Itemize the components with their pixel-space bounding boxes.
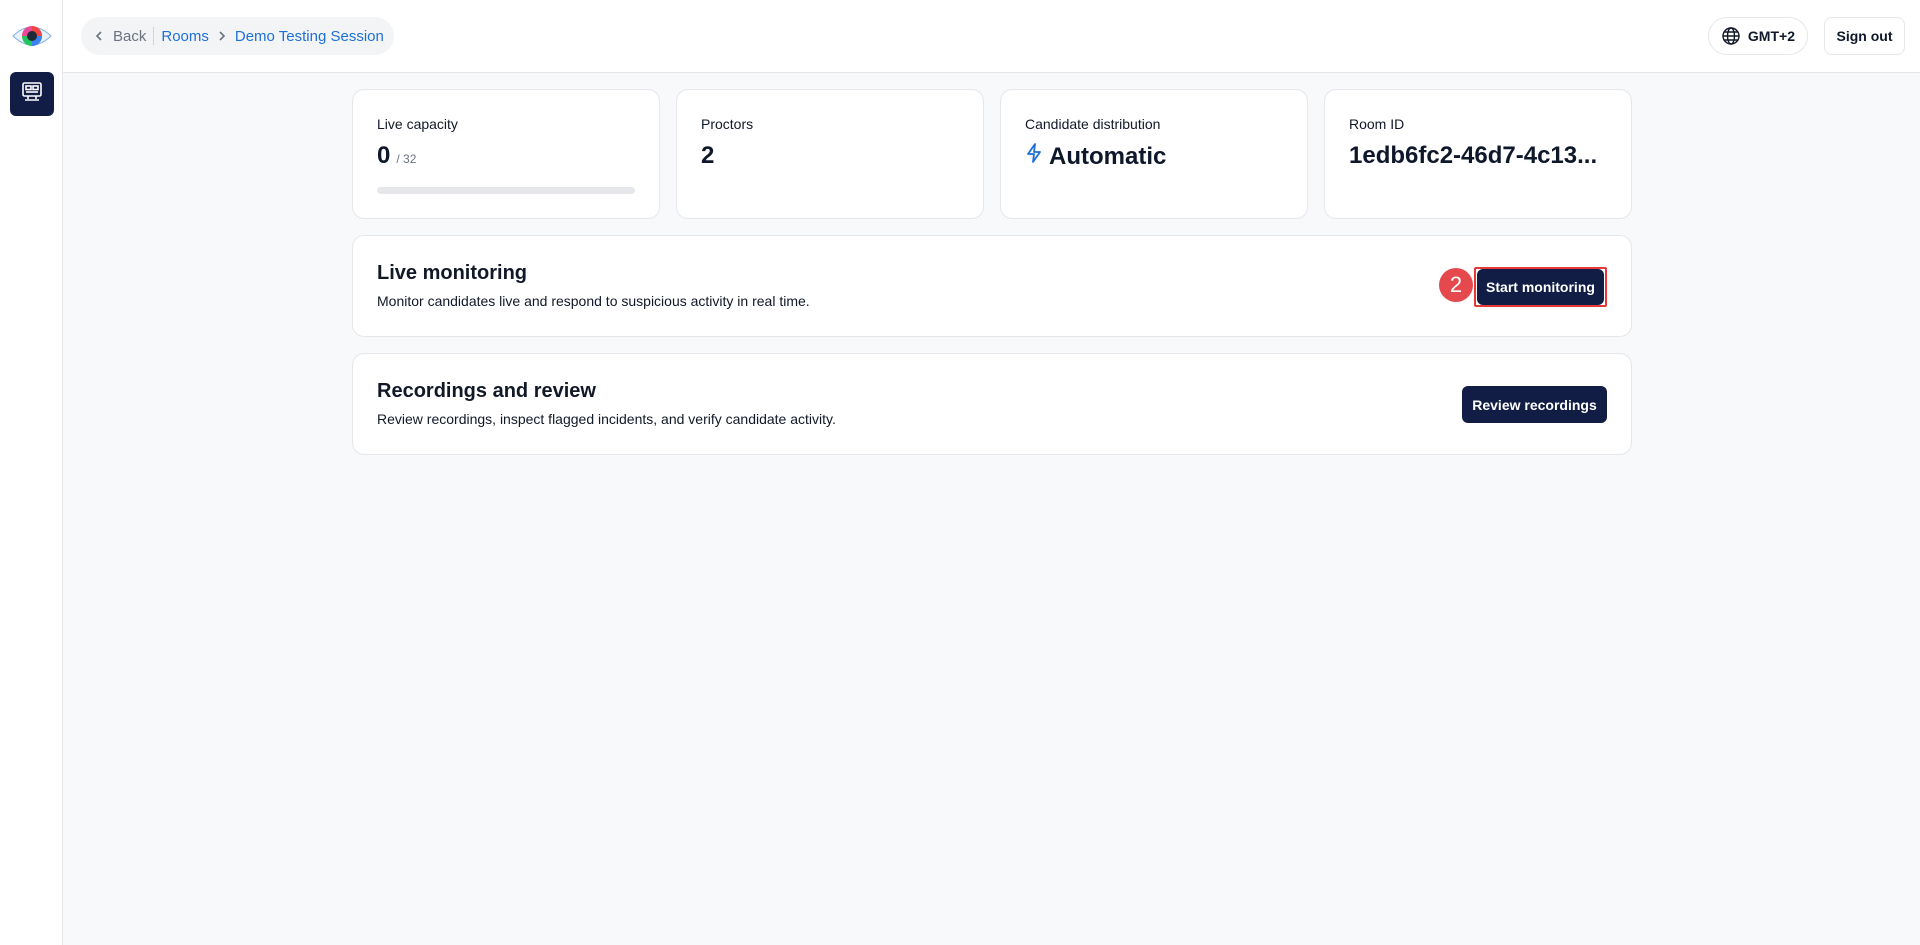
sign-out-button[interactable]: Sign out [1824, 17, 1905, 55]
recordings-description: Review recordings, inspect flagged incid… [377, 411, 836, 427]
review-recordings-button[interactable]: Review recordings [1462, 386, 1607, 423]
live-capacity-label: Live capacity [377, 116, 458, 132]
room-id-value-row: 1edb6fc2-46d7-4c13... [1349, 142, 1607, 170]
live-monitoring-title: Live monitoring [377, 262, 527, 284]
back-button[interactable]: Back [89, 28, 146, 45]
monitor-grid-icon [21, 81, 43, 108]
live-monitoring-card: Live monitoring Monitor candidates live … [352, 235, 1632, 337]
timezone-label: GMT+2 [1747, 28, 1795, 44]
breadcrumb-divider [153, 27, 155, 45]
live-capacity-card: Live capacity 0 / 32 [352, 89, 660, 219]
recordings-card: Recordings and review Review recordings,… [352, 353, 1632, 455]
capacity-progress-bar [377, 187, 635, 194]
globe-icon [1722, 27, 1740, 45]
proctors-card: Proctors 2 [676, 89, 984, 219]
step-badge: 2 [1439, 268, 1473, 302]
live-monitoring-description: Monitor candidates live and respond to s… [377, 293, 810, 309]
proctors-value: 2 [701, 142, 715, 169]
proctors-label: Proctors [701, 116, 754, 132]
lightning-bolt-icon [1025, 142, 1043, 164]
eye-logo-icon[interactable] [11, 20, 53, 52]
distribution-label: Candidate distribution [1025, 116, 1161, 132]
sidebar-item-rooms[interactable] [10, 72, 54, 116]
distribution-value-row: Automatic [1025, 142, 1283, 171]
live-capacity-max: / 32 [396, 152, 417, 166]
back-label: Back [113, 27, 147, 45]
chevron-right-icon [217, 30, 227, 42]
distribution-value: Automatic [1049, 143, 1167, 170]
live-capacity-value: 0 [377, 142, 391, 169]
timezone-button[interactable]: GMT+2 [1707, 17, 1808, 55]
breadcrumb-rooms[interactable]: Rooms [161, 28, 209, 45]
distribution-card: Candidate distribution Automatic [1000, 89, 1308, 219]
breadcrumb-session[interactable]: Demo Testing Session [235, 28, 384, 45]
start-monitoring-button[interactable]: Start monitoring [1477, 269, 1604, 305]
top-bar: Back Rooms Demo Testing Session GMT+2 Si… [63, 0, 1920, 73]
recordings-title: Recordings and review [377, 380, 596, 402]
room-id-card: Room ID 1edb6fc2-46d7-4c13... [1324, 89, 1632, 219]
live-capacity-value-row: 0 / 32 [377, 142, 635, 170]
sidebar [0, 0, 63, 945]
room-id-label: Room ID [1349, 116, 1405, 132]
room-id-value[interactable]: 1edb6fc2-46d7-4c13... [1349, 142, 1597, 170]
chevron-left-icon [95, 31, 102, 41]
breadcrumb: Back Rooms Demo Testing Session [81, 17, 394, 55]
